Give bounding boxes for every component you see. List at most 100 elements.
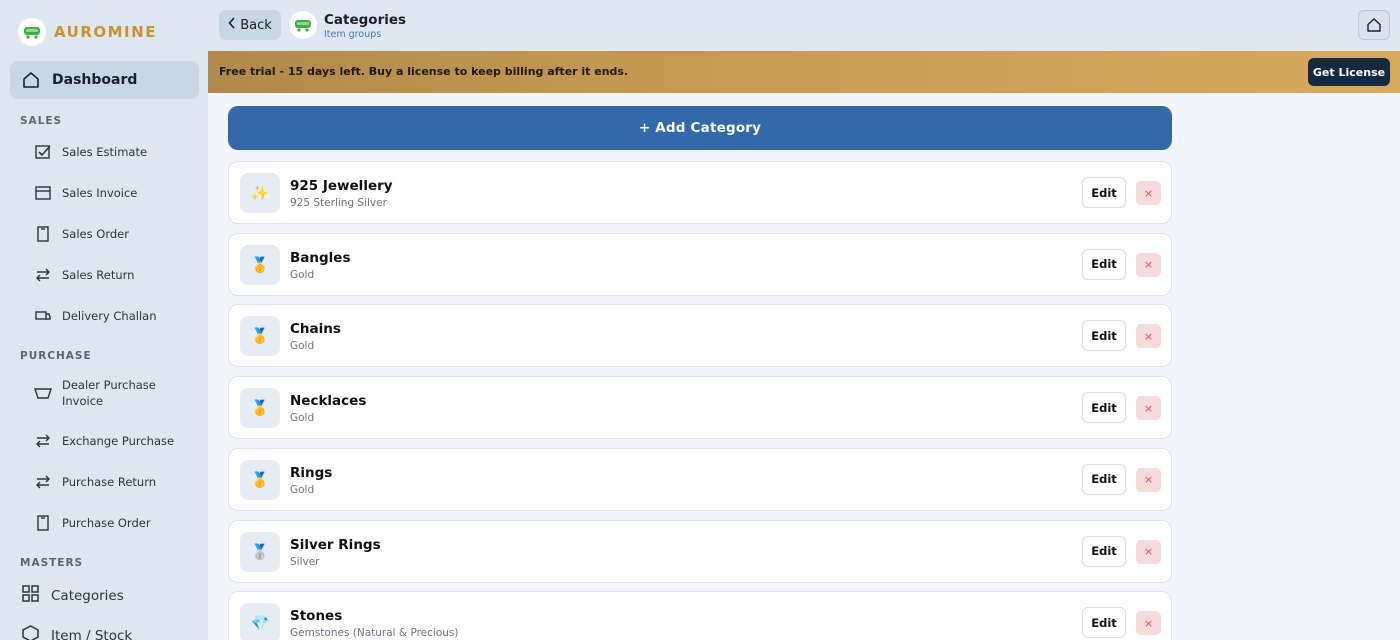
edit-button[interactable]: Edit (1082, 535, 1126, 567)
add-category-button[interactable]: + Add Category (228, 106, 1172, 150)
edit-button[interactable]: Edit (1082, 392, 1126, 424)
back-label: Back (240, 17, 272, 33)
category-card[interactable]: 🥇 Necklaces Gold Edit × (228, 376, 1172, 440)
edit-button[interactable]: Edit (1082, 248, 1126, 280)
grid-icon (22, 585, 39, 606)
delete-button[interactable]: × (1136, 611, 1161, 636)
category-icon: 🥇 (240, 316, 280, 357)
close-icon: × (1143, 545, 1154, 558)
sidebar-item-sales-return[interactable]: Sales Return (34, 266, 204, 284)
section-title-masters: MASTERS (20, 557, 84, 569)
delete-button[interactable]: × (1136, 181, 1161, 205)
sidebar-item-label: Sales Return (62, 268, 135, 282)
category-name: Necklaces (290, 393, 367, 410)
category-icon: ✨ (240, 173, 280, 213)
home-button[interactable] (1358, 10, 1390, 40)
sidebar-item-label: Sales Invoice (62, 186, 138, 200)
sidebar-item-label: Dealer Purchase Invoice (62, 378, 156, 408)
category-name: 925 Jewellery (290, 178, 393, 194)
section-title-purchase: PURCHASE (20, 350, 92, 362)
category-card[interactable]: ✨ 925 Jewellery 925 Sterling Silver Edit × (228, 161, 1172, 224)
delete-button[interactable]: × (1136, 252, 1161, 277)
top-header: Back Categories Item groups (208, 0, 1400, 51)
category-card[interactable]: 💎 Stones Gemstones (Natural & Precious) Edi… (228, 591, 1172, 640)
sidebar-item-sales-estimate[interactable]: Sales Estimate (34, 143, 204, 161)
cart-logo-icon (18, 18, 46, 46)
home-icon (1367, 18, 1381, 32)
category-description: Silver (290, 555, 320, 568)
category-card[interactable]: 🥈 Silver Rings Silver Edit × (228, 519, 1172, 583)
page-title: Categories (324, 12, 407, 28)
sidebar-item-label: Exchange Purchase (62, 434, 175, 448)
category-card[interactable]: 🥇 Rings Gold Edit × (228, 447, 1172, 511)
sidebar-item-sales-order[interactable]: Sales Order (34, 225, 204, 243)
edit-button[interactable]: Edit (1082, 320, 1126, 352)
sidebar-item-dealer-purchase-invoice[interactable]: Dealer Purchase Invoice (34, 377, 204, 409)
category-icon: 🥇 (240, 388, 280, 429)
sidebar-item-label: Dashboard (52, 72, 138, 88)
basket-icon (34, 384, 52, 402)
main-content: + Add Category ✨ 925 Jewellery 925 Sterlin… (208, 93, 1400, 640)
close-icon: × (1143, 616, 1154, 630)
home-icon (23, 72, 39, 88)
sidebar: AUROMINE Dashboard SALES Sales Estimate … (0, 0, 208, 640)
delete-button[interactable]: × (1136, 539, 1161, 564)
sidebar-item-exchange-purchase[interactable]: Exchange Purchase (34, 432, 204, 450)
category-name: Chains (290, 321, 341, 338)
category-description: Gold (290, 268, 315, 281)
sidebar-item-delivery-challan[interactable]: Delivery Challan (34, 307, 204, 325)
sidebar-item-label: Item / Stock (51, 627, 133, 640)
close-icon: × (1143, 401, 1154, 415)
brand-name: AUROMINE (54, 23, 157, 41)
get-license-button[interactable]: Get License (1308, 58, 1390, 86)
delete-button[interactable]: × (1136, 324, 1161, 349)
edit-button[interactable]: Edit (1082, 177, 1126, 208)
chevron-left-icon (228, 17, 236, 33)
category-icon: 🥈 (240, 531, 280, 572)
edit-button[interactable]: Edit (1082, 463, 1126, 495)
sidebar-item-purchase-return[interactable]: Purchase Return (34, 473, 204, 491)
category-icon: 🥇 (240, 244, 280, 285)
page-subtitle: Item groups (324, 29, 382, 40)
close-icon: × (1143, 258, 1154, 272)
sidebar-item-label: Delivery Challan (62, 309, 157, 323)
category-name: Stones (290, 608, 343, 625)
sidebar-item-label: Purchase Return (62, 475, 157, 489)
sidebar-item-categories[interactable]: Categories (22, 585, 202, 606)
sidebar-item-label: Sales Estimate (62, 145, 148, 159)
category-card[interactable]: 🥇 Bangles Gold Edit × (228, 232, 1172, 296)
section-title-sales: SALES (20, 115, 63, 127)
back-button[interactable]: Back (219, 10, 281, 40)
brand: AUROMINE (0, 0, 208, 64)
close-icon: × (1143, 186, 1154, 200)
swap-arrows-icon (34, 266, 52, 284)
category-description: Gold (290, 483, 315, 496)
sidebar-item-purchase-order[interactable]: Purchase Order (34, 514, 204, 532)
box-icon (22, 625, 39, 640)
category-name: Bangles (290, 249, 351, 266)
order-icon (34, 225, 52, 243)
delete-button[interactable]: × (1136, 467, 1161, 492)
sidebar-item-label: Purchase Order (62, 516, 151, 530)
sidebar-item-sales-invoice[interactable]: Sales Invoice (34, 184, 204, 202)
checkbox-icon (34, 143, 52, 161)
category-card[interactable]: 🥇 Chains Gold Edit × (228, 304, 1172, 368)
category-icon: 💎 (240, 603, 280, 640)
cart-logo-icon (289, 11, 317, 39)
delete-button[interactable]: × (1136, 396, 1161, 421)
category-description: Gemstones (Natural & Precious) (290, 627, 459, 640)
sidebar-item-item-stock[interactable]: Item / Stock (22, 625, 202, 640)
sidebar-item-dashboard[interactable]: Dashboard (10, 61, 199, 99)
invoice-icon (34, 184, 52, 202)
sidebar-item-label: Categories (51, 587, 124, 604)
sidebar-item-label: Sales Order (62, 227, 129, 241)
close-icon: × (1143, 329, 1154, 343)
category-description: 925 Sterling Silver (290, 197, 387, 209)
edit-button[interactable]: Edit (1082, 607, 1126, 639)
swap-arrows-icon (34, 432, 52, 450)
trial-banner-text: Free trial - 15 days left. Buy a license… (219, 65, 629, 78)
category-description: Gold (290, 412, 315, 425)
truck-icon (34, 307, 52, 325)
category-name: Rings (290, 464, 333, 481)
category-icon: 🥇 (240, 459, 280, 500)
